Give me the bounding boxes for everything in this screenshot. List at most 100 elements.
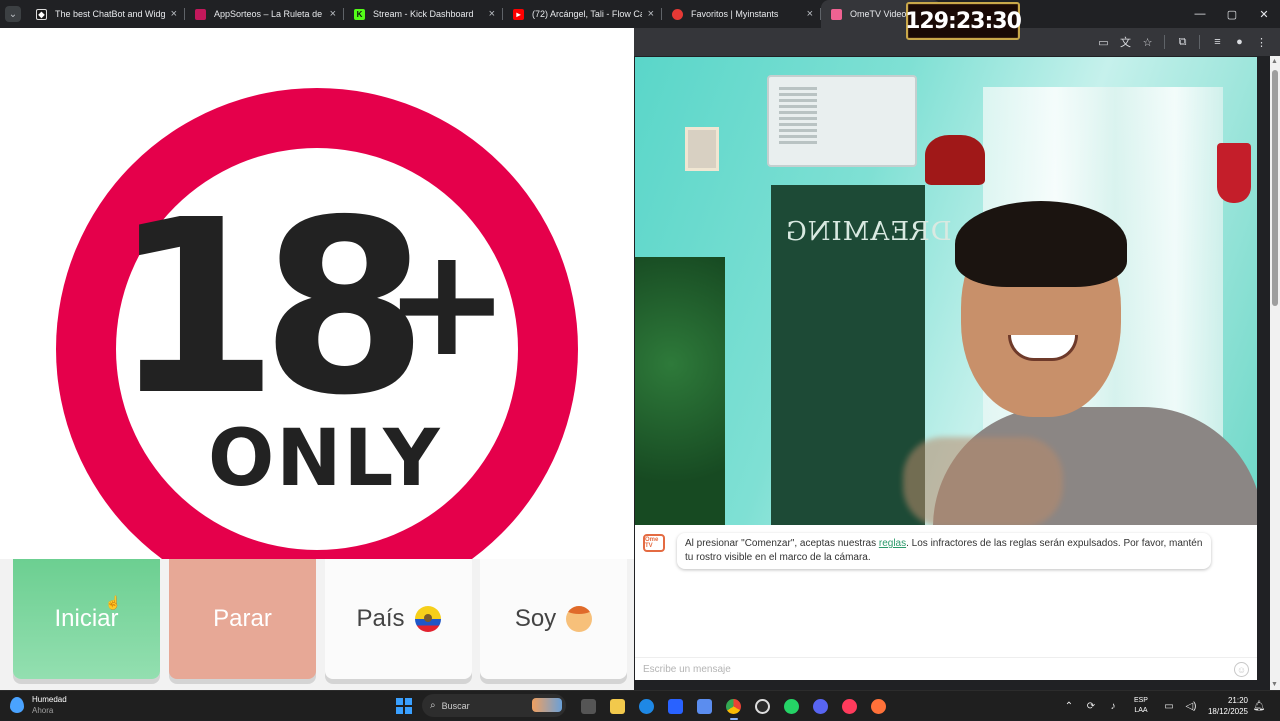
start-menu-button[interactable]	[396, 698, 412, 714]
tab-close-icon[interactable]: ×	[171, 8, 177, 20]
opera-icon[interactable]	[835, 694, 864, 718]
message-bar: ☺	[635, 657, 1257, 680]
tab-title: The best ChatBot and Widgets	[55, 9, 165, 19]
gender-button-label: Soy	[514, 605, 557, 632]
tab-title: Stream - Kick Dashboard	[373, 9, 474, 19]
scrollbar-thumb[interactable]	[1272, 70, 1278, 306]
language-indicator[interactable]: ESP LAA	[1124, 696, 1158, 716]
emoji-icon[interactable]: ☺	[1234, 662, 1249, 677]
clock-date: 18/12/2025	[1207, 707, 1248, 716]
tab-close-icon[interactable]: ×	[807, 8, 813, 20]
tab-title: (72) Arcángel, Tali - Flow Cabrón	[532, 9, 642, 19]
display-icon[interactable]: ▭	[1158, 701, 1180, 712]
minimize-button[interactable]: —	[1184, 0, 1216, 28]
partner-video-feed: DREAMING	[635, 57, 1257, 525]
notification-bell-icon[interactable]: 🔔︎	[1248, 701, 1270, 712]
rules-link[interactable]: reglas	[879, 538, 906, 549]
menu-icon[interactable]: ⋮	[1251, 32, 1272, 52]
page-scrollbar[interactable]: ▲ ▼	[1270, 56, 1280, 690]
profile-icon[interactable]: ●	[1229, 32, 1250, 52]
tab-myinstants[interactable]: Favoritos | Myinstants ×	[662, 0, 821, 28]
chevron-up-icon[interactable]: ⌃	[1058, 701, 1080, 712]
microphone-icon[interactable]: ♪	[1102, 701, 1124, 712]
star-icon[interactable]: ☆	[1137, 32, 1158, 52]
firefox-icon[interactable]	[864, 694, 893, 718]
screen-cast-icon[interactable]: ▭	[1093, 32, 1114, 52]
air-conditioner	[767, 75, 917, 167]
person-arm	[903, 437, 1063, 525]
appsorteos-favicon-icon	[195, 8, 206, 20]
scroll-up-icon[interactable]: ▲	[1271, 58, 1278, 65]
tab-search-button[interactable]: ⌄	[5, 6, 21, 22]
country-button[interactable]: País	[325, 559, 472, 679]
windows-taskbar: Humedad Ahora ⌕ Buscar ⌃ ⟳ ♪ ESP LAA ▭ ◁…	[0, 690, 1280, 720]
tab-kick[interactable]: K Stream - Kick Dashboard ×	[344, 0, 503, 28]
tab-close-icon[interactable]: ×	[489, 8, 495, 20]
stream-timer-overlay: 129:23:30	[905, 2, 1022, 40]
video-person	[903, 201, 1257, 525]
gender-button[interactable]: Soy	[480, 559, 627, 679]
country-button-label: País	[356, 605, 405, 632]
task-view-icon[interactable]	[574, 694, 603, 718]
ometv-logo-icon: Ome TV	[643, 534, 665, 552]
tab-title: Favoritos | Myinstants	[691, 9, 779, 19]
tab-youtube[interactable]: ▸ (72) Arcángel, Tali - Flow Cabrón ×	[503, 0, 662, 28]
person-hair	[955, 201, 1127, 287]
file-explorer-icon[interactable]	[603, 694, 632, 718]
system-clock[interactable]: 21:20 18/12/2025	[1208, 695, 1248, 717]
volume-icon[interactable]: ◁)	[1180, 701, 1202, 712]
rules-message: Al presionar "Comenzar", aceptas nuestra…	[677, 533, 1211, 569]
weather-widget[interactable]: Humedad Ahora	[10, 694, 67, 716]
app-icon[interactable]	[690, 694, 719, 718]
sign-only-text: ONLY	[208, 414, 442, 504]
clock-time: 21:20	[1227, 696, 1248, 705]
window-controls: — ▢ ✕	[1184, 0, 1280, 28]
tab-close-icon[interactable]: ×	[648, 8, 654, 20]
myinstants-favicon-icon	[672, 8, 683, 20]
chat-panel: Ome TV Al presionar "Comenzar", aceptas …	[635, 525, 1257, 680]
search-highlight-icon	[532, 698, 562, 712]
christmas-tree	[635, 257, 725, 525]
christmas-stocking	[1217, 143, 1251, 203]
sign-plus: +	[384, 216, 510, 390]
wall-photo	[685, 127, 719, 171]
stop-button[interactable]: Parar	[169, 559, 316, 679]
boy-face-icon	[566, 606, 593, 632]
lang-top: ESP	[1133, 697, 1148, 704]
youtube-favicon-icon: ▸	[513, 8, 524, 20]
stop-button-label: Parar	[213, 605, 272, 632]
taskbar-search[interactable]: ⌕ Buscar	[422, 694, 566, 717]
search-icon: ⌕	[430, 700, 436, 711]
edge-icon[interactable]	[632, 694, 661, 718]
whatsapp-icon[interactable]	[777, 694, 806, 718]
store-icon[interactable]	[661, 694, 690, 718]
sign-age-number: 18	[112, 168, 428, 448]
scroll-down-icon[interactable]: ▼	[1271, 681, 1278, 688]
chrome-icon[interactable]	[719, 694, 748, 720]
toolbar-divider	[1199, 35, 1200, 49]
chatbot-favicon-icon: ◆	[36, 8, 47, 20]
tab-close-icon[interactable]: ×	[330, 8, 336, 20]
weather-sub: Ahora	[32, 706, 54, 715]
system-tray: ⌃ ⟳ ♪ ESP LAA ▭ ◁) 21:20 18/12/2025 🔔︎	[1058, 691, 1270, 721]
start-button[interactable]: Iniciar	[13, 559, 160, 679]
media-icon[interactable]: ≡	[1207, 32, 1228, 52]
humidity-icon	[10, 697, 24, 713]
taskbar-apps	[574, 694, 893, 720]
close-window-button[interactable]: ✕	[1248, 0, 1280, 28]
tab-title: AppSorteos – La Ruleta de la Suerte	[214, 9, 324, 19]
tab-appsorteos[interactable]: AppSorteos – La Ruleta de la Suerte ×	[185, 0, 344, 28]
tab-chatbot[interactable]: ◆ The best ChatBot and Widgets ×	[26, 0, 185, 28]
translate-icon[interactable]: 文	[1115, 32, 1136, 52]
lang-bottom: LAA	[1134, 707, 1148, 714]
maximize-button[interactable]: ▢	[1216, 0, 1248, 28]
obs-icon[interactable]	[748, 694, 777, 718]
extensions-icon[interactable]: ⧉	[1172, 32, 1193, 52]
weather-label: Humedad	[32, 695, 67, 704]
message-input[interactable]	[643, 663, 1203, 675]
weather-text: Humedad Ahora	[32, 694, 67, 716]
hand-cursor-icon: ☝	[105, 595, 122, 610]
toolbar-divider	[1164, 35, 1165, 49]
discord-icon[interactable]	[806, 694, 835, 718]
sync-icon[interactable]: ⟳	[1080, 701, 1102, 712]
